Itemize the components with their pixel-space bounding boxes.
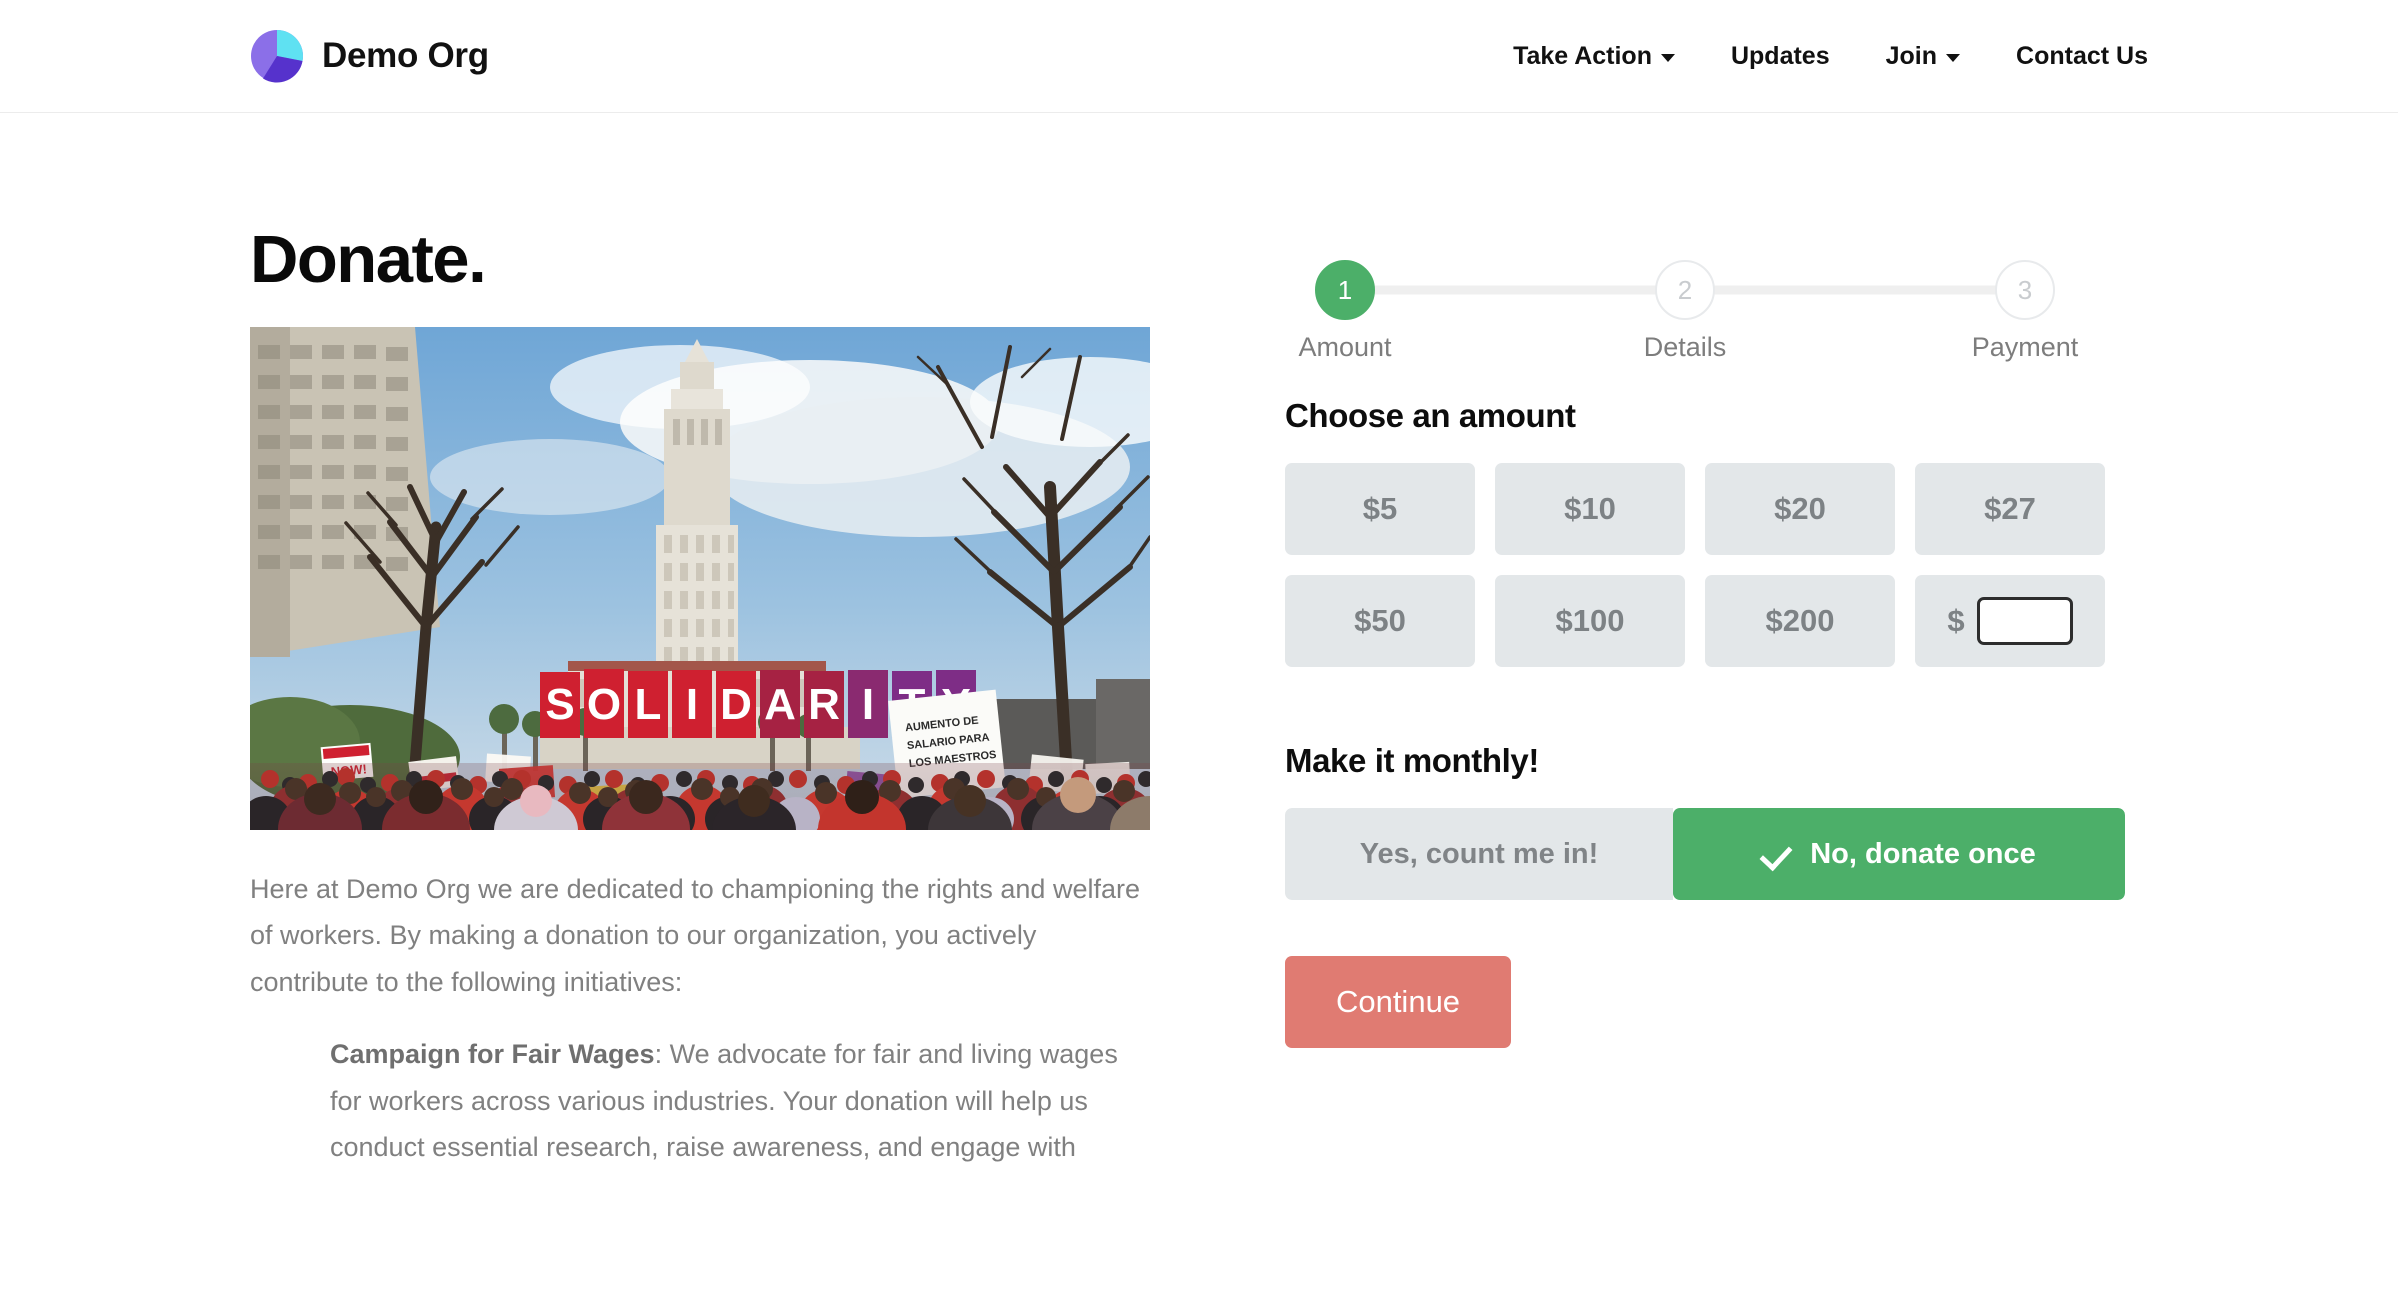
nav-item-label: Take Action [1513,42,1652,71]
initiative-name: Campaign for Fair Wages [330,1039,655,1069]
nav-item-label: Updates [1731,42,1830,71]
nav-item-label: Join [1886,42,1937,71]
recurring-yes-label: Yes, count me in! [1360,838,1599,871]
recurring-no-button[interactable]: No, donate once [1673,808,2125,900]
amount-option-50[interactable]: $50 [1285,575,1475,667]
step-number-bubble: 2 [1655,260,1715,320]
step-number-bubble: 3 [1995,260,2055,320]
recurring-no-label: No, donate once [1810,838,2036,871]
nav-item-updates[interactable]: Updates [1703,32,1858,81]
svg-text:L: L [635,680,662,729]
svg-text:S: S [545,680,574,729]
list-item: Campaign for Fair Wages: We advocate for… [330,1031,1150,1170]
page-title: Donate. [250,226,1150,293]
brand-name: Demo Org [322,36,489,76]
hero-photo-protest: S O L I D A R I T Y AUMENTO DE [250,327,1150,830]
main-navigation: Take Action Updates Join Contact Us [1485,32,2148,81]
site-header: Demo Org Take Action Updates Join Contac… [0,0,2398,113]
donation-form-column: 1 Amount 2 Details 3 Payment Choose an a… [1285,113,2148,1171]
protest-illustration: S O L I D A R I T Y AUMENTO DE [250,327,1150,830]
svg-text:D: D [720,680,752,729]
step-number-bubble: 1 [1315,260,1375,320]
step-label: Details [1644,332,1727,363]
amount-option-200[interactable]: $200 [1705,575,1895,667]
amount-options-grid: $5 $10 $20 $27 $50 $100 $200 $ [1285,463,2105,667]
svg-text:I: I [686,680,698,729]
brand-logo-link[interactable]: Demo Org [250,29,489,83]
choose-amount-heading: Choose an amount [1285,397,2148,435]
amount-option-5[interactable]: $5 [1285,463,1475,555]
step-label: Amount [1298,332,1391,363]
svg-text:A: A [764,680,796,729]
currency-symbol: $ [1947,603,1964,639]
nav-item-join[interactable]: Join [1858,32,1988,81]
initiative-separator: : [655,1039,670,1069]
donate-info-column: Donate. [250,113,1150,1171]
amount-option-100[interactable]: $100 [1495,575,1685,667]
initiatives-list: Campaign for Fair Wages: We advocate for… [250,1031,1150,1170]
page-body: Donate. [0,113,2398,1171]
nav-item-contact-us[interactable]: Contact Us [1988,32,2148,81]
amount-option-20[interactable]: $20 [1705,463,1895,555]
nav-item-label: Contact Us [2016,42,2148,71]
donation-stepper: 1 Amount 2 Details 3 Payment [1285,258,2085,322]
recurring-yes-button[interactable]: Yes, count me in! [1285,808,1673,900]
recurring-toggle-group: Yes, count me in! No, donate once [1285,808,2125,900]
step-label: Payment [1972,332,2079,363]
step-payment[interactable]: 3 Payment [1965,260,2085,320]
nav-item-take-action[interactable]: Take Action [1485,32,1703,81]
continue-button[interactable]: Continue [1285,956,1511,1048]
chevron-down-icon [1946,54,1960,62]
step-details[interactable]: 2 Details [1625,260,1745,320]
svg-text:I: I [862,680,874,729]
svg-text:O: O [587,680,621,729]
make-it-monthly-heading: Make it monthly! [1285,742,2148,780]
step-amount[interactable]: 1 Amount [1285,260,1405,320]
amount-option-10[interactable]: $10 [1495,463,1685,555]
amount-option-custom[interactable]: $ [1915,575,2105,667]
intro-paragraph: Here at Demo Org we are dedicated to cha… [250,866,1150,1005]
custom-amount-input[interactable] [1977,597,2073,645]
demo-org-logo-icon [250,29,304,83]
chevron-down-icon [1661,54,1675,62]
svg-text:R: R [808,680,840,729]
amount-option-27[interactable]: $27 [1915,463,2105,555]
check-icon [1762,839,1792,869]
